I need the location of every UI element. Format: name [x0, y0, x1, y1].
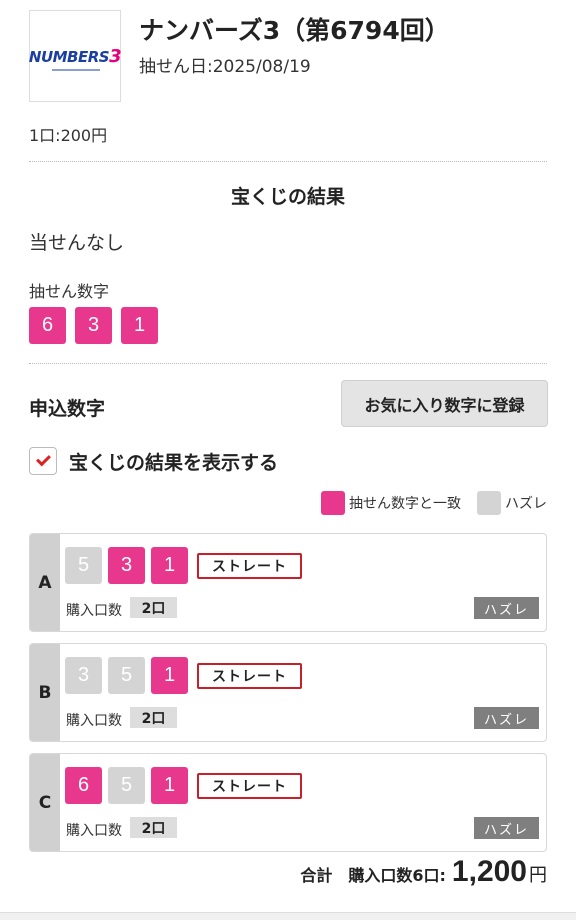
- logo-text: NUMBERS: [28, 47, 110, 66]
- entry-number: 5: [65, 547, 102, 584]
- page-title: ナンバーズ3（第6794回）: [139, 16, 450, 45]
- footer-separator: [0, 912, 576, 920]
- legend-match-swatch: [321, 491, 345, 515]
- entry-number: 5: [108, 767, 145, 804]
- entry-number: 1: [151, 657, 188, 694]
- result-badge: ハズレ: [474, 597, 539, 619]
- qty-value: 2口: [130, 817, 177, 838]
- entry-number: 1: [151, 767, 188, 804]
- total-label: 合計: [300, 866, 333, 885]
- result-badge: ハズレ: [474, 817, 539, 839]
- divider: [29, 161, 547, 162]
- show-result-label: 宝くじの結果を表示する: [69, 451, 279, 474]
- total-summary: 合計 購入口数 6口: 1,200 円: [300, 855, 547, 889]
- drawn-numbers-label: 抽せん数字: [29, 282, 110, 301]
- logo-digit: 3: [109, 45, 122, 67]
- entry-row-a: A 5 3 1 ストレート 購入口数 2口 ハズレ: [29, 533, 547, 632]
- draw-date: 抽せん日:2025/08/19: [139, 57, 311, 77]
- register-favorite-button[interactable]: お気に入り数字に登録: [341, 380, 548, 427]
- bet-type-badge: ストレート: [197, 772, 302, 799]
- legend: 抽せん数字と一致 ハズレ: [321, 491, 547, 515]
- result-badge: ハズレ: [474, 707, 539, 729]
- total-qty: 6口:: [412, 866, 446, 885]
- drawn-number: 6: [29, 307, 66, 344]
- show-result-checkbox[interactable]: [29, 447, 57, 475]
- total-currency: 円: [529, 865, 547, 886]
- unit-price: 1口:200円: [29, 126, 108, 145]
- entry-number: 3: [65, 657, 102, 694]
- qty-value: 2口: [130, 597, 177, 618]
- legend-miss-swatch: [477, 491, 501, 515]
- qty-label: 購入口数: [66, 823, 122, 839]
- qty-label: 購入口数: [66, 713, 122, 729]
- bet-type-badge: ストレート: [197, 552, 302, 579]
- qty-value: 2口: [130, 707, 177, 728]
- legend-miss-label: ハズレ: [505, 496, 547, 512]
- entry-number: 5: [108, 657, 145, 694]
- show-result-toggle[interactable]: 宝くじの結果を表示する: [29, 447, 278, 475]
- entry-number: 3: [108, 547, 145, 584]
- total-qty-label: 購入口数: [348, 866, 413, 885]
- result-section-title: 宝くじの結果: [230, 186, 345, 208]
- legend-match-label: 抽せん数字と一致: [349, 496, 461, 512]
- numbers3-logo: NUMBERS3: [28, 10, 122, 102]
- qty-label: 購入口数: [66, 603, 122, 619]
- row-letter: C: [30, 754, 60, 851]
- checkmark-icon: [35, 451, 51, 467]
- lottery-header: NUMBERS3 ナンバーズ3（第6794回） 抽せん日:2025/08/19: [29, 10, 549, 102]
- drawn-number: 3: [75, 307, 112, 344]
- entry-number: 6: [65, 767, 102, 804]
- entry-row-b: B 3 5 1 ストレート 購入口数 2口 ハズレ: [29, 643, 547, 742]
- row-letter: A: [30, 534, 60, 631]
- bet-type-badge: ストレート: [197, 662, 302, 689]
- logo-underline: [52, 69, 100, 71]
- drawn-number: 1: [121, 307, 158, 344]
- row-letter: B: [30, 644, 60, 741]
- applied-numbers-label: 申込数字: [29, 398, 106, 420]
- entry-row-c: C 6 5 1 ストレート 購入口数 2口 ハズレ: [29, 753, 547, 852]
- result-status: 当せんなし: [29, 232, 125, 254]
- total-amount: 1,200: [451, 855, 527, 888]
- divider: [29, 363, 547, 364]
- entry-number: 1: [151, 547, 188, 584]
- drawn-numbers: 6 3 1: [29, 307, 158, 344]
